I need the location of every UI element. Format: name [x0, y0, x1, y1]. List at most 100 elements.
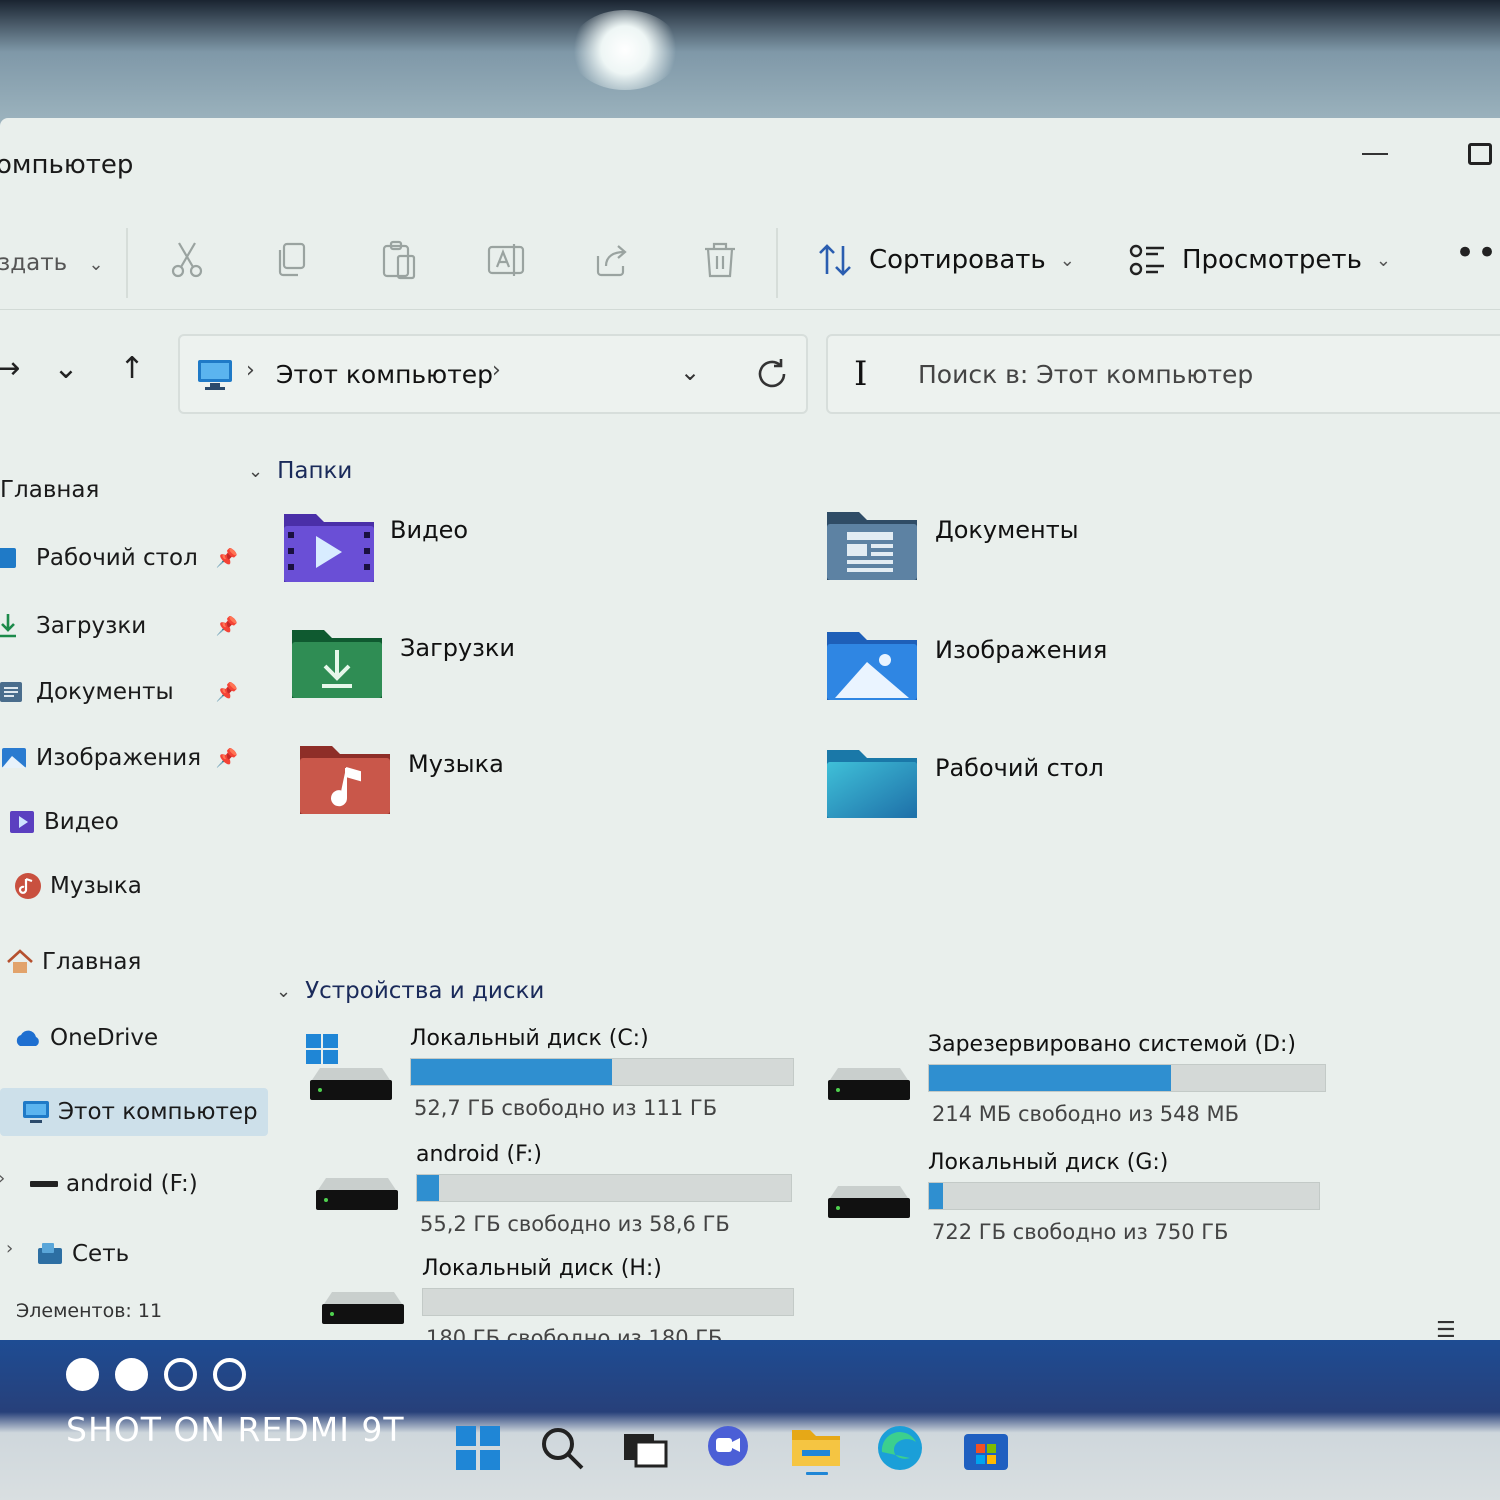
drive-usage-bar: [928, 1064, 1326, 1092]
cut-button[interactable]: [165, 238, 209, 282]
toolbar-divider: [126, 228, 128, 298]
sidebar-item-videos[interactable]: Видео: [8, 798, 276, 846]
drive-c[interactable]: Локальный диск (C:) 52,7 ГБ свободно из …: [306, 1026, 826, 1136]
drive-usage-fill: [929, 1065, 1171, 1091]
drive-usage-fill: [929, 1183, 944, 1209]
create-button[interactable]: здать ⌄: [0, 250, 104, 276]
folder-desktop[interactable]: Рабочий стол: [825, 746, 1325, 836]
folder-name: Загрузки: [400, 634, 515, 662]
folder-downloads[interactable]: Загрузки: [290, 626, 790, 716]
address-history-dropdown[interactable]: ⌄: [680, 358, 700, 386]
minimize-button[interactable]: [1355, 134, 1395, 174]
breadcrumb-this-pc[interactable]: Этот компьютер: [276, 360, 493, 389]
refresh-icon[interactable]: [754, 356, 790, 392]
music-icon: [15, 873, 41, 899]
rename-button[interactable]: [484, 238, 528, 282]
delete-button[interactable]: [698, 238, 742, 282]
task-view-button[interactable]: [616, 1420, 672, 1476]
breadcrumb-separator: ›: [246, 358, 255, 383]
download-icon: [0, 614, 16, 638]
folder-videos[interactable]: Видео: [280, 508, 780, 598]
view-button[interactable]: Просмотреть ⌄: [1128, 238, 1391, 282]
folder-name: Рабочий стол: [935, 754, 1104, 782]
pin-icon: 📌: [215, 615, 238, 637]
drive-icon: [322, 1292, 404, 1324]
sort-button[interactable]: Сортировать ⌄: [815, 238, 1075, 282]
task-view-icon: [624, 1434, 668, 1468]
sidebar-item-home-2[interactable]: Главная: [6, 938, 274, 986]
folder-music[interactable]: Музыка: [298, 742, 798, 832]
file-explorer-icon: [792, 1430, 840, 1475]
pin-icon: 📌: [215, 547, 238, 569]
sidebar-item-onedrive[interactable]: OneDrive: [14, 1014, 282, 1062]
drive-h[interactable]: Локальный диск (H:) 180 ГБ свободно из 1…: [318, 1256, 838, 1340]
sidebar-item-this-pc[interactable]: Этот компьютер: [0, 1088, 268, 1136]
forward-button[interactable]: →: [0, 348, 28, 388]
drive-d[interactable]: Зарезервировано системой (D:) 214 МБ сво…: [824, 1032, 1444, 1142]
pin-icon: 📌: [215, 681, 238, 703]
chat-button[interactable]: [700, 1420, 756, 1476]
chevron-down-icon: ⌄: [276, 980, 292, 1002]
sidebar-item-documents[interactable]: Документы 📌: [0, 668, 268, 716]
documents-icon: [0, 682, 22, 702]
screen-glare: [570, 10, 680, 90]
text-cursor-icon: I: [854, 354, 868, 394]
edge-browser-button[interactable]: [872, 1420, 928, 1476]
store-icon: [964, 1434, 1008, 1470]
scissors-icon: [171, 242, 203, 278]
sidebar-item-label: Изображения: [36, 745, 202, 771]
share-button[interactable]: [590, 238, 634, 282]
folder-pictures[interactable]: Изображения: [825, 628, 1325, 718]
sidebar-item-pictures[interactable]: Изображения 📌: [0, 734, 268, 782]
drive-free-space: 214 МБ свободно из 548 МБ: [932, 1102, 1240, 1126]
share-icon: [596, 245, 627, 277]
view-label: Просмотреть: [1182, 245, 1362, 275]
folder-documents[interactable]: Документы: [825, 508, 1325, 598]
create-label: здать: [0, 250, 68, 276]
file-explorer-window: омпьютер здать ⌄ Сортировать ⌄ Просмотре…: [0, 118, 1500, 1340]
recent-locations-button[interactable]: ⌄: [46, 348, 86, 388]
sidebar-item-label: Этот компьютер: [58, 1099, 258, 1125]
drive-f[interactable]: android (F:) 55,2 ГБ свободно из 58,6 ГБ: [312, 1142, 832, 1252]
sidebar-item-android-f[interactable]: android (F:): [30, 1160, 268, 1208]
details-view-icon[interactable]: ☰: [1436, 1318, 1456, 1340]
sidebar-item-downloads[interactable]: Загрузки 📌: [0, 602, 268, 650]
expand-chevron-icon[interactable]: ›: [0, 1168, 5, 1189]
sidebar-item-desktop[interactable]: Рабочий стол 📌: [0, 534, 268, 582]
sidebar-item-label: Музыка: [50, 873, 142, 899]
drive-free-space: 180 ГБ свободно из 180 ГБ: [426, 1326, 723, 1340]
drive-icon: [828, 1068, 910, 1100]
computer-icon: [23, 1101, 49, 1123]
maximize-button[interactable]: [1460, 134, 1500, 174]
start-button[interactable]: [450, 1420, 506, 1476]
sidebar-item-music[interactable]: Музыка: [14, 862, 282, 910]
status-bar-item-count: Элементов: 11: [16, 1300, 163, 1322]
sidebar-item-home[interactable]: Главная: [0, 466, 268, 514]
drive-usage-bar: [928, 1182, 1320, 1210]
copy-button[interactable]: [270, 238, 314, 282]
drive-name: Локальный диск (G:): [928, 1150, 1169, 1175]
section-header-devices[interactable]: ⌄ Устройства и диски: [276, 978, 544, 1004]
address-bar[interactable]: › Этот компьютер › ⌄: [178, 334, 808, 414]
up-button[interactable]: ↑: [112, 348, 152, 388]
sidebar-item-label: Сеть: [72, 1241, 130, 1267]
pictures-icon: [2, 748, 26, 768]
search-icon: [542, 1428, 584, 1470]
search-box[interactable]: I Поиск в: Этот компьютер: [826, 334, 1500, 414]
folder-name: Изображения: [935, 636, 1108, 664]
desktop-wallpaper: [0, 0, 1500, 130]
drive-g[interactable]: Локальный диск (G:) 722 ГБ свободно из 7…: [824, 1150, 1444, 1260]
expand-chevron-icon[interactable]: ›: [6, 1238, 13, 1259]
section-header-folders[interactable]: ⌄ Папки: [248, 458, 352, 484]
taskbar-search-button[interactable]: [534, 1420, 590, 1476]
drive-usage-fill: [417, 1175, 439, 1201]
microsoft-store-button[interactable]: [958, 1420, 1014, 1476]
paste-button[interactable]: [378, 238, 422, 282]
drive-name: Локальный диск (C:): [410, 1026, 649, 1051]
file-explorer-taskbar-button[interactable]: [788, 1420, 844, 1476]
sidebar-item-network[interactable]: Сеть: [36, 1230, 268, 1278]
drive-usage-bar: [416, 1174, 792, 1202]
rename-icon: [487, 244, 525, 276]
chevron-down-icon: ⌄: [1375, 249, 1391, 271]
more-options-button[interactable]: •••: [1455, 233, 1500, 273]
